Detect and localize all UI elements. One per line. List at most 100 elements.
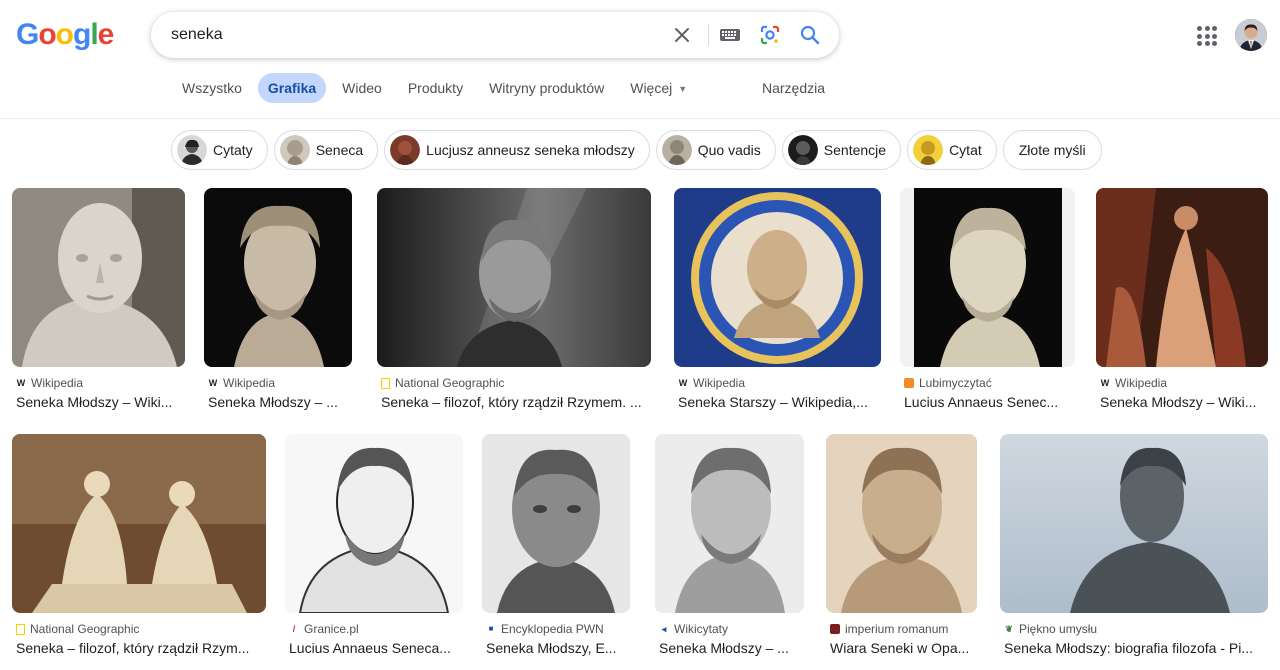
result-source: ❦ Piękno umysłu xyxy=(1004,622,1097,636)
result-title[interactable]: Lucius Annaeus Senec... xyxy=(904,394,1074,410)
search-icon[interactable] xyxy=(798,23,822,47)
result-image xyxy=(377,188,651,367)
header-divider xyxy=(0,118,1280,119)
plant-icon: ❦ xyxy=(1005,624,1013,634)
result-title[interactable]: Seneka Młodszy – ... xyxy=(659,640,805,656)
apps-dot xyxy=(1197,41,1202,46)
result-title[interactable]: Seneka Młodszy – Wiki... xyxy=(1100,394,1268,410)
chip-zlote-mysli[interactable]: Złote myśli xyxy=(1002,130,1102,170)
apps-dot xyxy=(1197,26,1202,31)
result-image xyxy=(482,434,630,613)
result-title[interactable]: Seneka – filozof, który rządził Rzymem. … xyxy=(381,394,653,410)
chip-thumbnail xyxy=(390,135,421,165)
result-source-label: National Geographic xyxy=(395,376,505,390)
wikipedia-icon: W xyxy=(16,378,26,388)
speaker-icon: ◂ xyxy=(661,624,667,634)
chip-lucjusz-anneusz-seneka-mlodszy[interactable]: Lucjusz anneusz seneka młodszy xyxy=(384,130,650,170)
apps-icon[interactable] xyxy=(1195,24,1219,48)
chip-label: Lucjusz anneusz seneka młodszy xyxy=(426,142,635,158)
logo-letter: G xyxy=(16,18,39,51)
chip-cytaty[interactable]: Cytaty xyxy=(171,130,268,170)
google-logo[interactable]: Google xyxy=(16,18,115,52)
result-source: W Wikipedia xyxy=(16,376,83,390)
result-source-label: Wikicytaty xyxy=(674,622,728,636)
chip-label: Seneca xyxy=(315,142,364,158)
chip-thumbnail xyxy=(913,135,944,165)
imperium-romanum-icon xyxy=(830,624,840,634)
result-source-label: Granice.pl xyxy=(304,622,359,636)
result-image xyxy=(285,434,463,613)
result-source: W Wikipedia xyxy=(678,376,745,390)
tab-all[interactable]: Wszystko xyxy=(172,73,252,103)
lens-icon[interactable] xyxy=(758,23,782,47)
tab-more-label: Więcej xyxy=(630,80,673,96)
logo-letter: l xyxy=(90,18,98,51)
result-source-label: Wikipedia xyxy=(31,376,84,390)
result-image xyxy=(1000,434,1268,613)
result-title[interactable]: Seneka Starszy – Wikipedia,... xyxy=(678,394,881,410)
result-image xyxy=(674,188,881,367)
result-source-label: Piękno umysłu xyxy=(1019,622,1098,636)
result-source: / Granice.pl xyxy=(289,622,359,636)
result-source: Lubimyczytać xyxy=(904,376,992,390)
wikipedia-icon: W xyxy=(1100,378,1110,388)
chip-thumbnail xyxy=(279,135,310,165)
search-tabs: Wszystko Grafika Wideo Produkty Witryny … xyxy=(172,73,703,103)
keyboard-icon[interactable] xyxy=(718,23,742,47)
result-source-label: Lubimyczytać xyxy=(919,376,992,390)
chip-sentencje[interactable]: Sentencje xyxy=(781,130,902,170)
chip-cytat[interactable]: Cytat xyxy=(907,130,997,170)
chip-label: Sentencje xyxy=(823,142,887,158)
result-source: National Geographic xyxy=(16,622,139,636)
apps-dot xyxy=(1197,33,1202,39)
result-source-label: Encyklopedia PWN xyxy=(501,622,604,636)
wikipedia-icon: W xyxy=(208,378,218,388)
result-title[interactable]: Seneka Młodszy: biografia filozofa - Pi.… xyxy=(1004,640,1266,656)
tab-products[interactable]: Produkty xyxy=(398,73,473,103)
pwn-icon: ■ xyxy=(488,624,494,633)
apps-dot xyxy=(1212,33,1217,39)
result-source-label: National Geographic xyxy=(30,622,140,636)
result-image xyxy=(1096,188,1268,367)
result-source: ■ Encyklopedia PWN xyxy=(486,622,604,636)
logo-letter: o xyxy=(55,18,74,51)
result-title[interactable]: Seneka Młodszy – Wiki... xyxy=(16,394,184,410)
result-title[interactable]: Seneka Młodszy, E... xyxy=(486,640,632,656)
chip-seneca[interactable]: Seneca xyxy=(273,130,379,170)
result-image xyxy=(826,434,977,613)
result-source-label: Wikipedia xyxy=(693,376,746,390)
chip-quo-vadis[interactable]: Quo vadis xyxy=(655,130,776,170)
search-box xyxy=(151,12,839,58)
apps-dot xyxy=(1212,26,1217,31)
search-input[interactable] xyxy=(171,12,651,58)
tab-more[interactable]: Więcej ▼ xyxy=(620,73,697,103)
logo-letter: e xyxy=(97,18,115,51)
apps-dot xyxy=(1204,26,1210,31)
avatar[interactable] xyxy=(1235,19,1267,51)
close-icon[interactable] xyxy=(670,23,694,47)
chip-thumbnail xyxy=(177,135,207,165)
result-title[interactable]: Lucius Annaeus Seneca... xyxy=(289,640,461,656)
related-chips: Cytaty Seneca Lucjusz anneusz seneka mło… xyxy=(171,130,1102,170)
result-title[interactable]: Seneka – filozof, który rządził Rzym... xyxy=(16,640,266,656)
search-divider xyxy=(708,24,709,46)
chip-label: Złote myśli xyxy=(1018,142,1086,158)
tab-product-sites[interactable]: Witryny produktów xyxy=(479,73,614,103)
wikipedia-icon: W xyxy=(678,378,688,388)
tab-videos[interactable]: Wideo xyxy=(332,73,392,103)
natgeo-icon xyxy=(16,623,25,635)
result-image xyxy=(655,434,804,613)
tools-button[interactable]: Narzędzia xyxy=(762,73,825,103)
tab-images[interactable]: Grafika xyxy=(257,73,327,103)
result-image xyxy=(204,188,352,367)
result-source: National Geographic xyxy=(381,376,504,390)
result-source: ◂ Wikicytaty xyxy=(659,622,728,636)
result-source-label: Wikipedia xyxy=(1115,376,1168,390)
apps-dot xyxy=(1204,41,1210,46)
natgeo-icon xyxy=(381,377,390,389)
result-title[interactable]: Wiara Seneki w Opa... xyxy=(830,640,978,656)
logo-letter: o xyxy=(38,18,56,51)
apps-dot xyxy=(1204,33,1210,39)
result-title[interactable]: Seneka Młodszy – ... xyxy=(208,394,354,410)
result-source-label: imperium romanum xyxy=(845,622,949,636)
